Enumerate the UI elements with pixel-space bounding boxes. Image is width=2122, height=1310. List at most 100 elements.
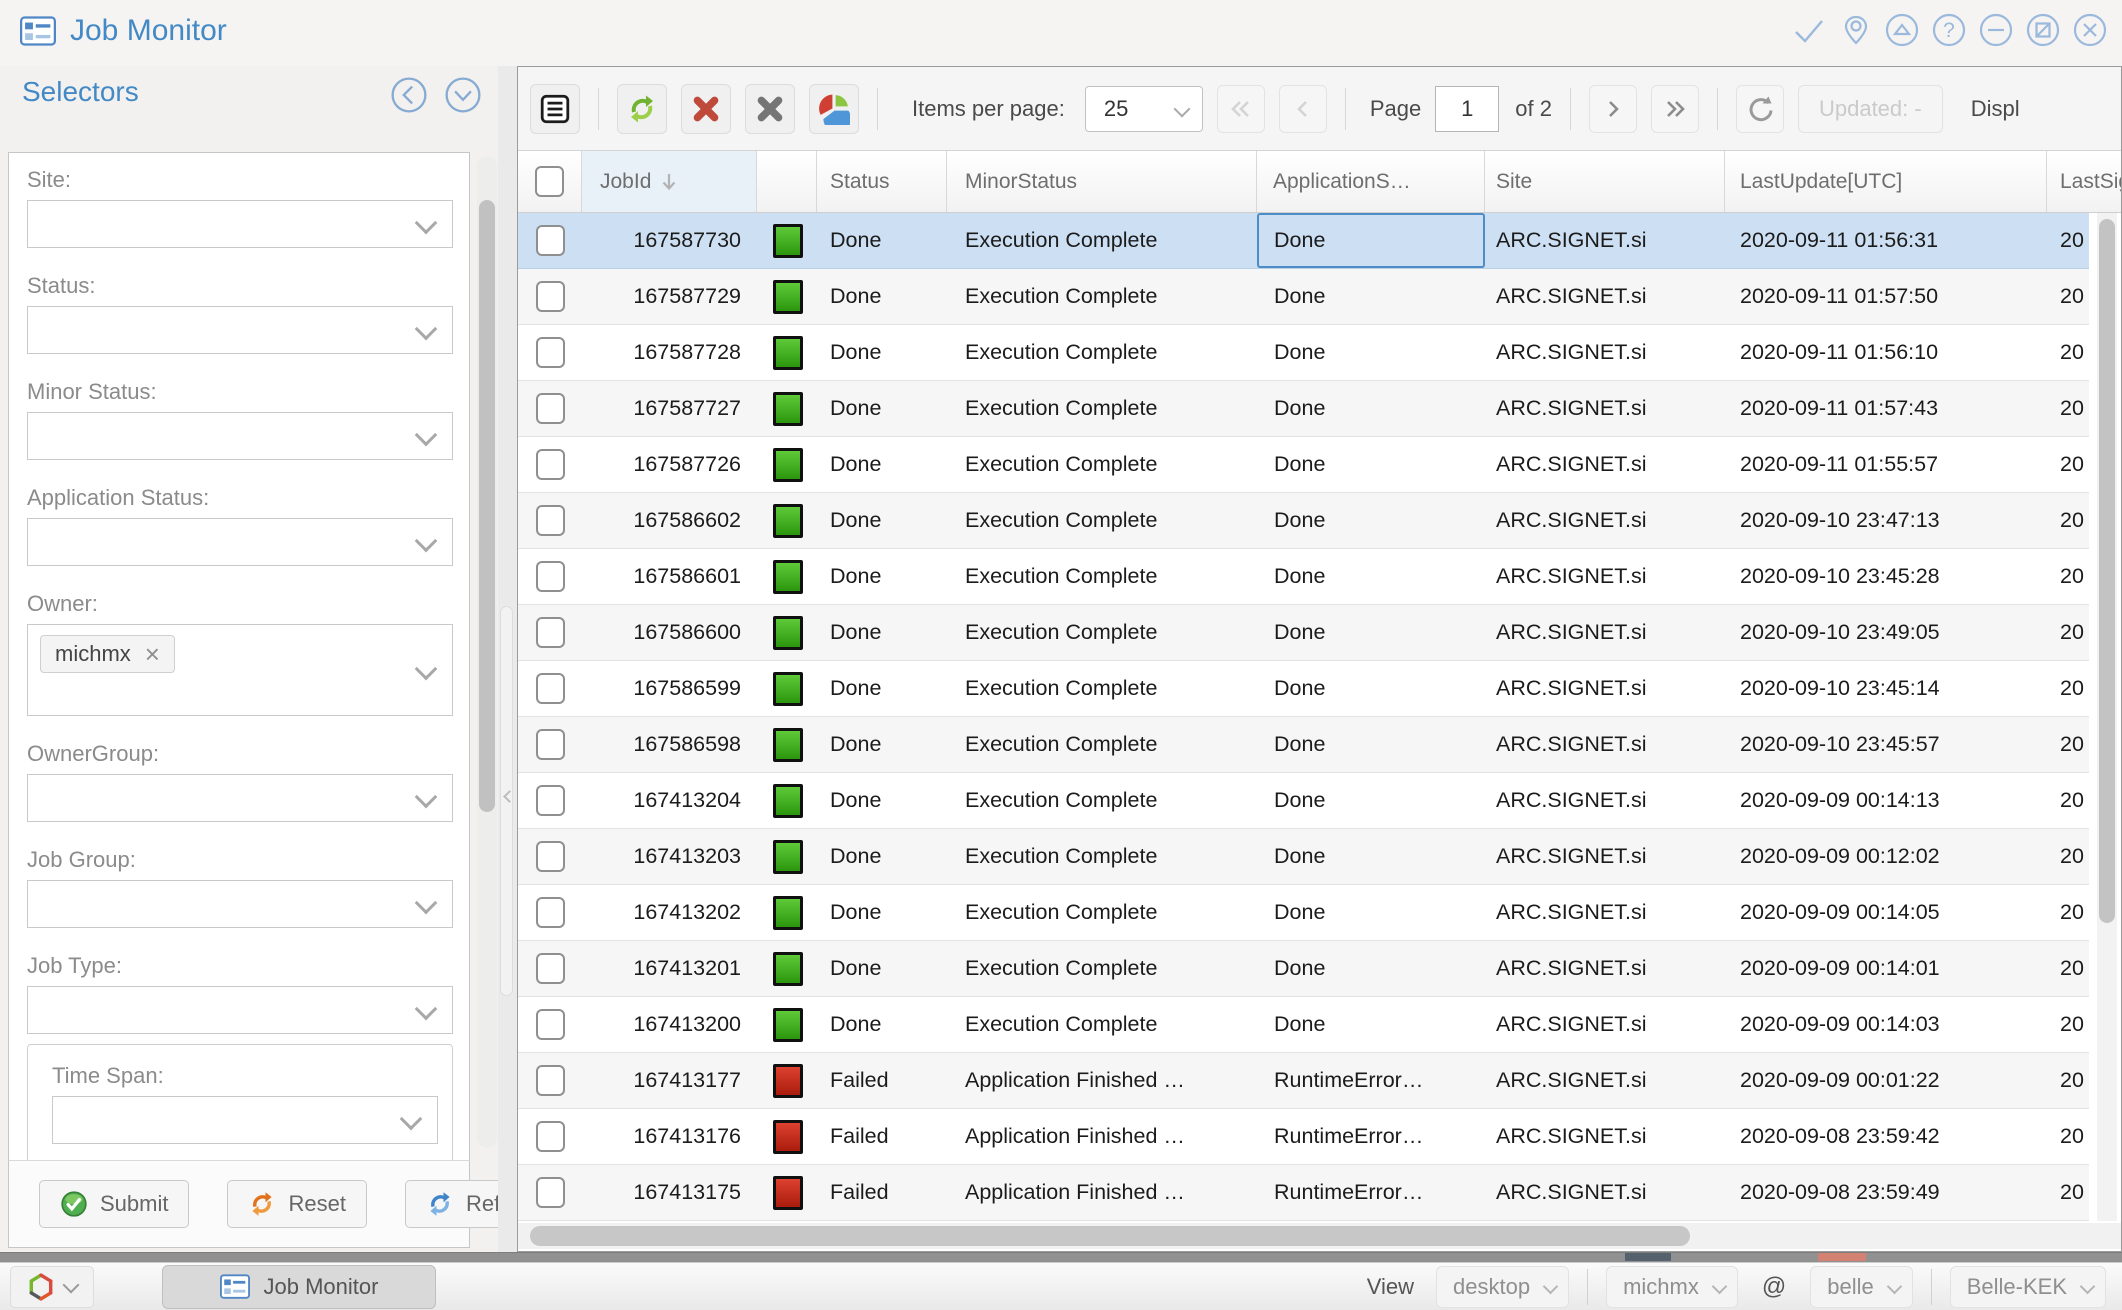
cell-applicationstatus[interactable]: Done [1257,605,1485,660]
items-per-page-select[interactable]: 25 [1085,86,1203,132]
table-vertical-scrollbar[interactable] [2097,213,2117,1221]
table-row[interactable]: 167586600 Done Execution Complete Done A… [518,605,2089,661]
select-all-checkbox[interactable] [535,166,564,197]
time-span-select[interactable] [52,1096,438,1144]
table-row[interactable]: 167413176 Failed Application Finished … … [518,1109,2089,1165]
table-row[interactable]: 167586601 Done Execution Complete Done A… [518,549,2089,605]
restore-icon[interactable] [2025,12,2061,48]
cell-applicationstatus[interactable]: Done [1257,885,1485,940]
panel-splitter[interactable] [498,66,517,1252]
sidebar-scrollbar[interactable] [477,156,497,1148]
row-checkbox[interactable] [536,673,565,704]
cell-applicationstatus[interactable]: RuntimeError… [1257,1165,1485,1220]
help-icon[interactable]: ? [1931,12,1967,48]
last-page-button[interactable] [1651,85,1699,133]
table-row[interactable]: 167413175 Failed Application Finished … … [518,1165,2089,1221]
row-checkbox[interactable] [536,617,565,648]
row-checkbox[interactable] [536,1121,565,1152]
column-header-minorstatus[interactable]: MinorStatus [947,151,1257,212]
row-checkbox[interactable] [536,225,565,256]
column-header-lastupdate[interactable]: LastUpdate[UTC] [1725,151,2047,212]
table-horizontal-scrollbar[interactable] [518,1223,2121,1249]
row-checkbox[interactable] [536,449,565,480]
table-row[interactable]: 167413201 Done Execution Complete Done A… [518,941,2089,997]
column-header-applicationstatus[interactable]: ApplicationS… [1257,151,1485,212]
close-icon[interactable] [2072,12,2108,48]
row-checkbox[interactable] [536,337,565,368]
table-row[interactable]: 167413203 Done Execution Complete Done A… [518,829,2089,885]
row-checkbox[interactable] [536,841,565,872]
dirac-menu-button[interactable] [10,1266,94,1308]
collapse-up-icon[interactable] [1884,12,1920,48]
cell-applicationstatus[interactable]: Done [1257,213,1485,268]
taskbar-job-monitor-button[interactable]: Job Monitor [162,1265,436,1309]
minor-status-select[interactable] [27,412,453,460]
cell-applicationstatus[interactable]: Done [1257,773,1485,828]
table-row[interactable]: 167587727 Done Execution Complete Done A… [518,381,2089,437]
group-select[interactable]: belle [1810,1266,1912,1308]
kill-job-button[interactable] [681,84,731,134]
row-checkbox[interactable] [536,1009,565,1040]
collapse-handle[interactable] [500,606,513,996]
status-select[interactable] [27,306,453,354]
table-row[interactable]: 167586598 Done Execution Complete Done A… [518,717,2089,773]
view-select[interactable]: desktop [1436,1266,1569,1308]
prev-page-button[interactable] [1279,85,1327,133]
application-status-select[interactable] [27,518,453,566]
page-number-input[interactable] [1435,86,1499,132]
minimize-icon[interactable] [1978,12,2014,48]
select-all-header[interactable] [518,151,582,212]
table-row[interactable]: 167413177 Failed Application Finished … … [518,1053,2089,1109]
row-checkbox[interactable] [536,1065,565,1096]
cell-applicationstatus[interactable]: RuntimeError… [1257,1053,1485,1108]
cell-applicationstatus[interactable]: Done [1257,437,1485,492]
cell-applicationstatus[interactable]: Done [1257,549,1485,604]
column-header-statusicon[interactable] [757,151,817,212]
row-checkbox[interactable] [536,505,565,536]
submit-button[interactable]: Submit [39,1180,189,1228]
row-checkbox[interactable] [536,953,565,984]
row-checkbox[interactable] [536,561,565,592]
cell-applicationstatus[interactable]: Done [1257,325,1485,380]
location-pin-icon[interactable] [1839,13,1873,47]
table-row[interactable]: 167587726 Done Execution Complete Done A… [518,437,2089,493]
cell-applicationstatus[interactable]: Done [1257,493,1485,548]
row-checkbox[interactable] [536,281,565,312]
column-header-site[interactable]: Site [1485,151,1725,212]
cell-applicationstatus[interactable]: Done [1257,941,1485,996]
cell-applicationstatus[interactable]: RuntimeError… [1257,1109,1485,1164]
owner-select[interactable]: michmx × [27,624,453,716]
table-row[interactable]: 167586599 Done Execution Complete Done A… [518,661,2089,717]
cell-applicationstatus[interactable]: Done [1257,381,1485,436]
sidebar-scrollbar-thumb[interactable] [479,200,495,812]
table-row[interactable]: 167413204 Done Execution Complete Done A… [518,773,2089,829]
statistics-button[interactable] [809,84,859,134]
table-row[interactable]: 167413202 Done Execution Complete Done A… [518,885,2089,941]
cell-applicationstatus[interactable]: Done [1257,829,1485,884]
row-checkbox[interactable] [536,393,565,424]
chevron-down-icon[interactable] [444,76,482,114]
reload-page-button[interactable] [1736,85,1784,133]
job-type-select[interactable] [27,986,453,1034]
horizontal-scrollbar-thumb[interactable] [530,1226,1690,1246]
table-row[interactable]: 167587728 Done Execution Complete Done A… [518,325,2089,381]
collapse-left-icon[interactable] [390,76,428,114]
menu-button[interactable] [530,84,580,134]
ownergroup-select[interactable] [27,774,453,822]
cell-applicationstatus[interactable]: Done [1257,269,1485,324]
table-row[interactable]: 167587730 Done Execution Complete Done A… [518,213,2089,269]
refresh-grid-button[interactable] [617,84,667,134]
row-checkbox[interactable] [536,729,565,760]
delete-job-button[interactable] [745,84,795,134]
table-row[interactable]: 167586602 Done Execution Complete Done A… [518,493,2089,549]
column-header-jobid[interactable]: JobId [582,151,757,212]
vertical-scrollbar-thumb[interactable] [2099,219,2115,923]
check-icon[interactable] [1790,13,1828,47]
next-page-button[interactable] [1589,85,1637,133]
setup-select[interactable]: Belle-KEK [1950,1266,2106,1308]
column-header-status[interactable]: Status [817,151,947,212]
row-checkbox[interactable] [536,897,565,928]
table-row[interactable]: 167413200 Done Execution Complete Done A… [518,997,2089,1053]
column-header-lastsignoflife[interactable]: LastSig [2047,151,2122,212]
cell-applicationstatus[interactable]: Done [1257,997,1485,1052]
